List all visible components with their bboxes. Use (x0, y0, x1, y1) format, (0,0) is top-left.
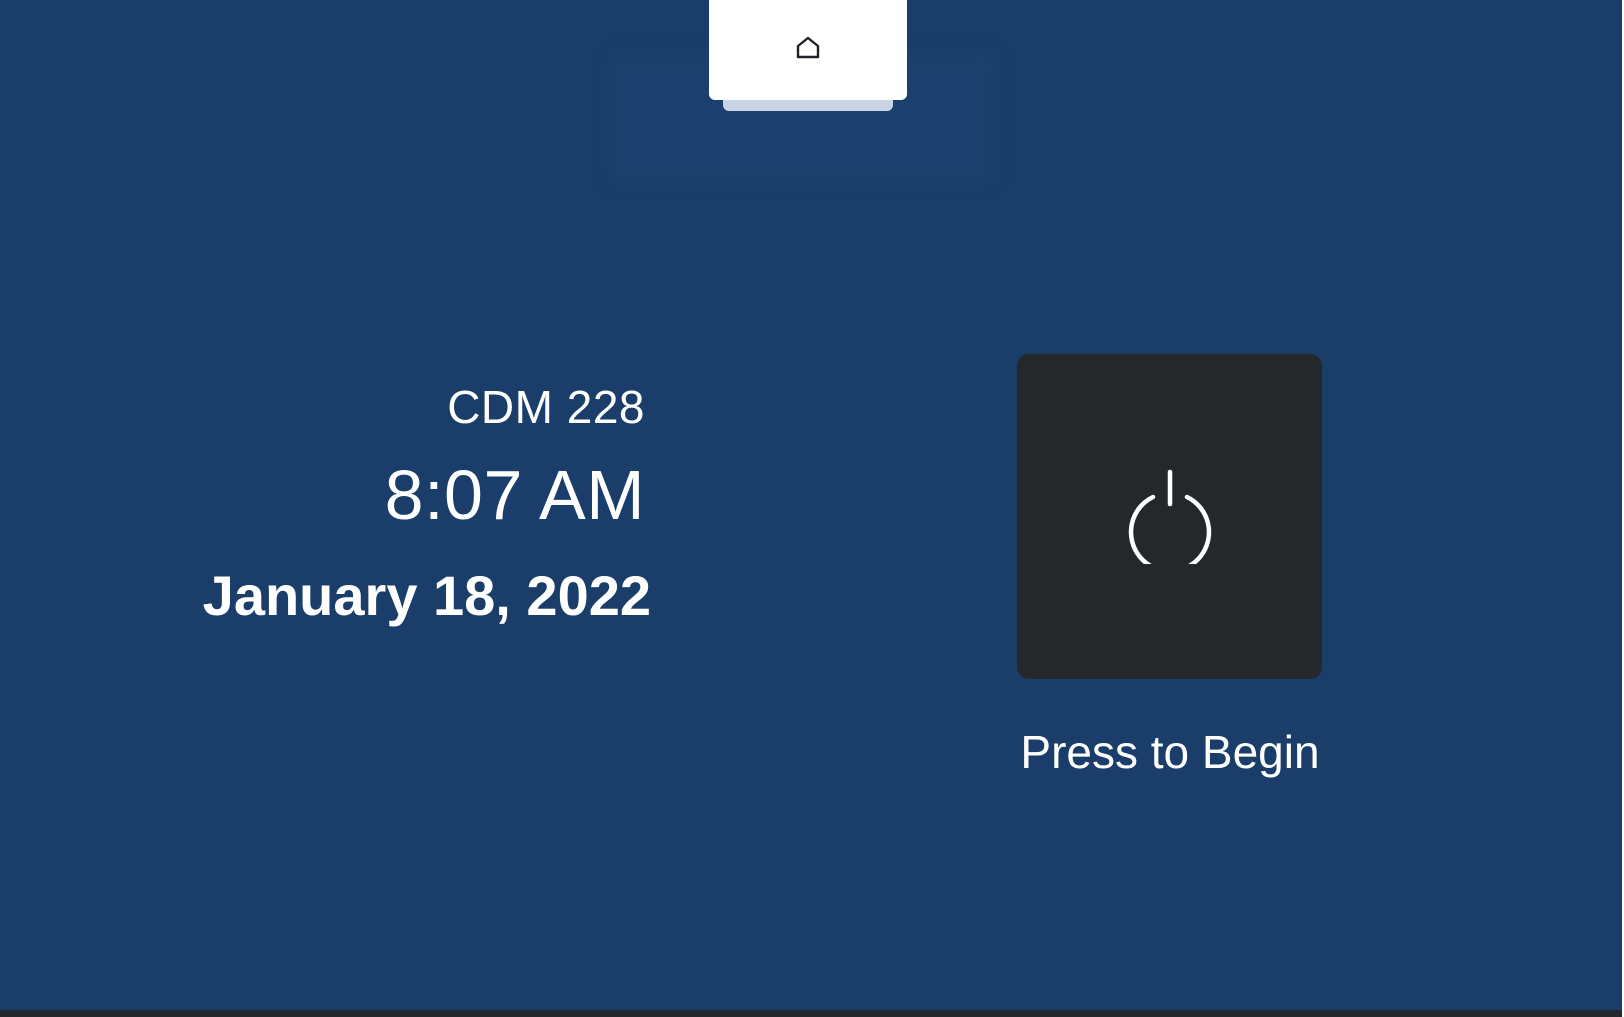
current-time: 8:07 AM (384, 456, 645, 534)
touch-panel-screen: CDM 228 8:07 AM January 18, 2022 Press t… (0, 0, 1624, 1017)
home-icon (794, 34, 822, 67)
room-info: CDM 228 8:07 AM January 18, 2022 (203, 370, 651, 624)
bottom-edge-bar (0, 1010, 1622, 1017)
welcome-panel: CDM 228 8:07 AM January 18, 2022 Press t… (0, 0, 1622, 1010)
home-button[interactable] (709, 0, 907, 100)
current-date: January 18, 2022 (202, 564, 651, 627)
press-to-begin-label: Press to Begin (1020, 726, 1320, 778)
power-icon (1120, 464, 1220, 574)
power-button[interactable] (1017, 354, 1322, 679)
room-name: CDM 228 (447, 381, 645, 433)
